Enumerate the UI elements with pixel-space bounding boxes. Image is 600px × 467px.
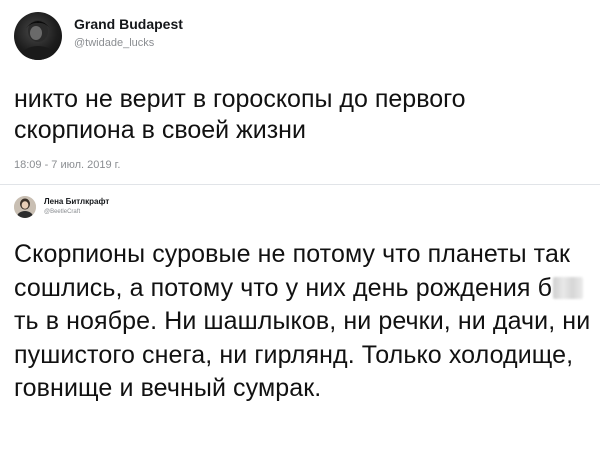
profile-photo-icon bbox=[14, 196, 36, 218]
tweet-text: Скорпионы суровые не потому что планеты … bbox=[14, 238, 594, 406]
author-handle[interactable]: @BeetleCraft bbox=[44, 209, 80, 215]
tweet-original: Grand Budapest @twidade_lucks никто не в… bbox=[0, 0, 600, 184]
tweet-timestamp[interactable]: 18:09 - 7 июл. 2019 г. bbox=[14, 159, 120, 171]
avatar[interactable] bbox=[14, 12, 62, 60]
tweet-text-part-2: ть в ноябре. Ни шашлыков, ни речки, ни д… bbox=[14, 307, 591, 402]
tweet-text-part-1: Скорпионы суровые не потому что планеты … bbox=[14, 240, 570, 302]
author-name[interactable]: Grand Budapest bbox=[74, 16, 183, 32]
profile-photo-icon bbox=[22, 20, 54, 60]
divider bbox=[0, 184, 600, 185]
tweet-text: никто не верит в гороскопы до первого ск… bbox=[14, 85, 466, 144]
blur-censor-icon bbox=[553, 276, 584, 299]
avatar[interactable] bbox=[14, 196, 36, 218]
author-handle[interactable]: @twidade_lucks bbox=[74, 37, 154, 49]
author-name[interactable]: Лена Битлкрафт bbox=[44, 197, 109, 206]
